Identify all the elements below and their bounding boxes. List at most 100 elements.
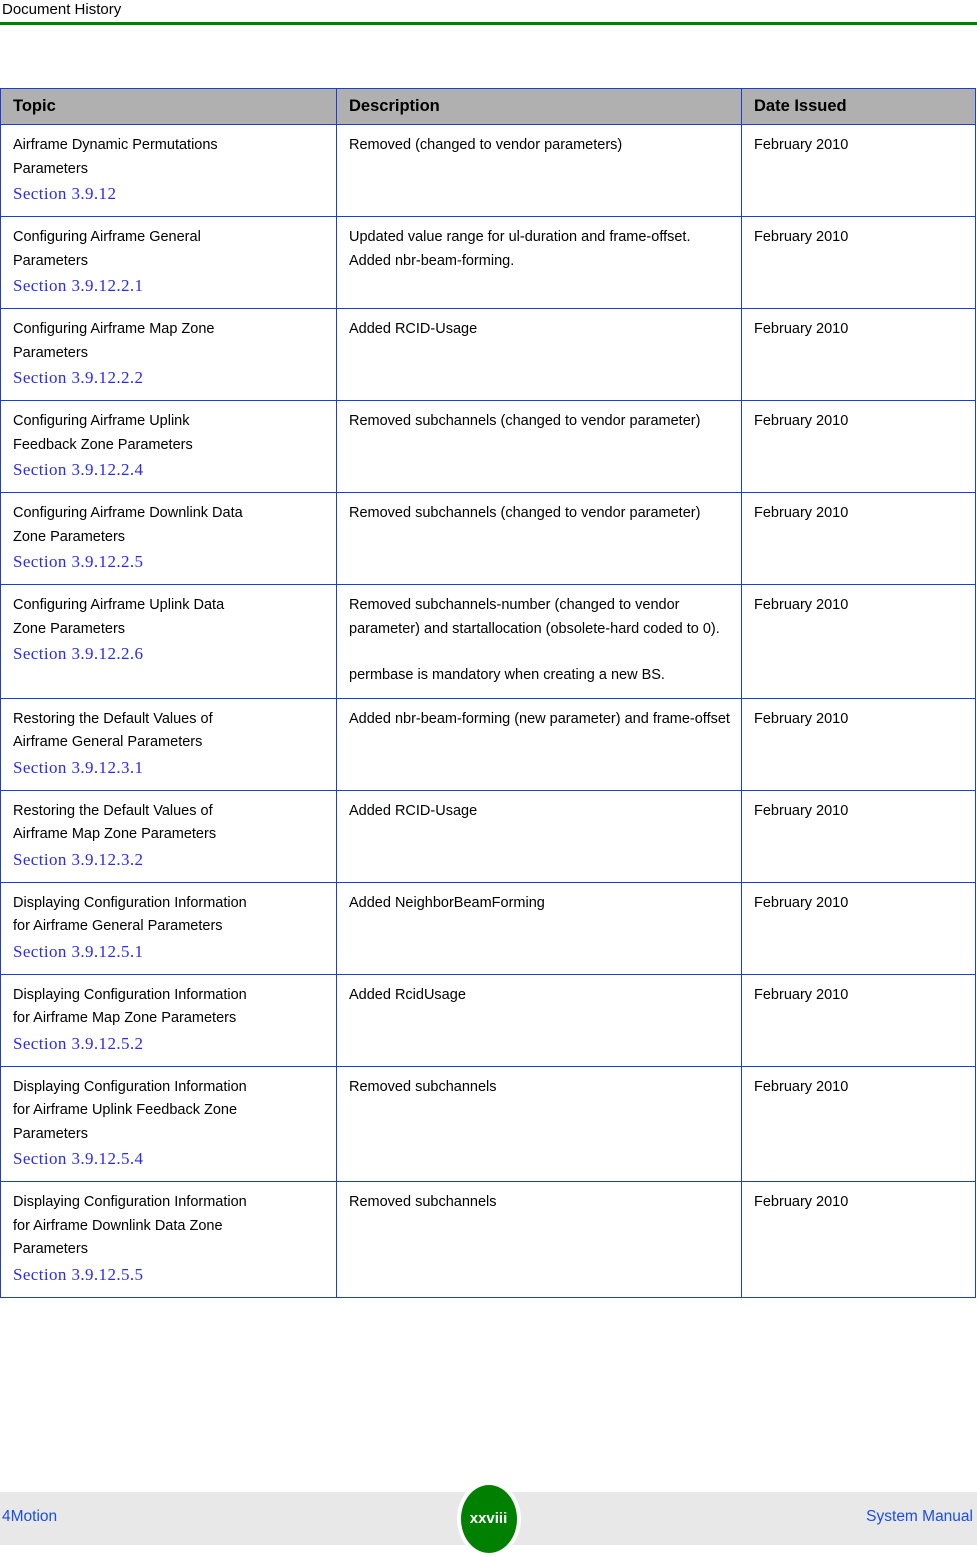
cell-topic: Configuring Airframe Uplink Feedback Zone… [0, 400, 337, 493]
page-footer: 4Motion xxviii System Manual [0, 1480, 977, 1557]
topic-text-line: Parameters [13, 344, 88, 361]
cell-date-issued: February 2010 [741, 973, 976, 1067]
section-cross-reference-link[interactable]: Section 3.9.12.2.4 [13, 457, 326, 482]
table-header: Topic Description Date Issued [0, 88, 976, 125]
cell-topic: Displaying Configuration Information for … [0, 1181, 337, 1298]
topic-text-line: for Airframe General Parameters [13, 918, 223, 934]
table-row: Configuring Airframe Downlink Data Zone P… [0, 492, 976, 585]
table-row: Displaying Configuration Information for … [0, 1181, 976, 1298]
column-header-topic: Topic [0, 88, 337, 125]
section-cross-reference-link[interactable]: Section 3.9.12.3.1 [13, 755, 326, 780]
description-paragraph: Removed subchannels-number (changed to v… [349, 597, 720, 637]
description-paragraph: Added RcidUsage [349, 986, 466, 1003]
page-number-label: xxviii [469, 1510, 508, 1527]
topic-text-line: Displaying Configuration Information [13, 986, 247, 1003]
section-cross-reference-link[interactable]: Section 3.9.12.3.2 [13, 847, 326, 872]
table-row: Configuring Airframe Uplink Data Zone Par… [0, 584, 976, 699]
topic-text-line: Zone Parameters [13, 528, 126, 545]
cell-topic: Restoring the Default Values of Airframe … [0, 789, 337, 883]
description-paragraph: Removed subchannels [349, 1078, 497, 1095]
cell-description: Removed subchannels-number (changed to v… [336, 584, 742, 699]
cell-date-issued: February 2010 [741, 492, 976, 585]
section-cross-reference-link[interactable]: Section 3.9.12.5.2 [13, 1031, 326, 1056]
table-row: Restoring the Default Values of Airframe … [0, 697, 976, 791]
cell-date-issued: February 2010 [741, 1181, 976, 1298]
topic-text-line: Displaying Configuration Information [13, 894, 247, 911]
description-paragraph: Added nbr-beam-forming (new parameter) a… [349, 710, 730, 727]
cell-topic: Configuring Airframe General Parameters Se… [0, 216, 337, 309]
cell-topic: Configuring Airframe Map Zone Parameters S… [0, 308, 337, 401]
topic-text-line: Airframe Map Zone Parameters [13, 826, 217, 842]
cell-date-issued: February 2010 [741, 584, 976, 699]
topic-text-line: Displaying Configuration Information [13, 1194, 247, 1210]
section-cross-reference-link[interactable]: Section 3.9.12.5.1 [13, 939, 326, 964]
topic-text-line: Parameters [13, 1125, 88, 1142]
section-cross-reference-link[interactable]: Section 3.9.12.5.4 [13, 1146, 326, 1171]
section-cross-reference-link[interactable]: Section 3.9.12.5.5 [13, 1262, 326, 1287]
cell-description: Removed subchannels [336, 1065, 742, 1182]
topic-text-line: Parameters [13, 252, 88, 269]
topic-text-line: Configuring Airframe Uplink Data [13, 597, 225, 613]
table-row: Restoring the Default Values of Airframe … [0, 789, 976, 883]
section-cross-reference-link[interactable]: Section 3.9.12.2.2 [13, 365, 326, 390]
section-cross-reference-link[interactable]: Section 3.9.12.2.1 [13, 273, 326, 298]
footer-product-name: 4Motion [2, 1508, 58, 1525]
topic-text-line: for Airframe Map Zone Parameters [13, 1010, 237, 1026]
cell-description: Added RCID-Usage [336, 308, 742, 401]
table-body: Airframe Dynamic Permutations Parameters S… [0, 124, 976, 1298]
topic-text-line: Restoring the Default Values of [13, 802, 213, 819]
topic-text-line: for Airframe Downlink Data Zone [13, 1217, 223, 1234]
cell-description: Removed subchannels [336, 1181, 742, 1298]
topic-text-line: Configuring Airframe Map Zone [13, 321, 215, 337]
description-paragraph: Added RCID-Usage [349, 802, 478, 819]
description-paragraph: Updated value range for ul-duration and … [349, 229, 691, 269]
cell-topic: Displaying Configuration Information for … [0, 973, 337, 1067]
topic-text-line: Restoring the Default Values of [13, 710, 213, 727]
topic-text-line: Zone Parameters [13, 620, 126, 637]
column-header-date-issued: Date Issued [741, 88, 976, 125]
cell-date-issued: February 2010 [741, 697, 976, 791]
topic-text-line: Parameters [13, 1241, 88, 1257]
cell-description: Added RcidUsage [336, 973, 742, 1067]
cell-description: Removed (changed to vendor parameters) [336, 124, 742, 217]
table-row: Displaying Configuration Information for … [0, 881, 976, 975]
table-row: Configuring Airframe General Parameters Se… [0, 216, 976, 309]
topic-text-line: Configuring Airframe Downlink Data [13, 505, 243, 521]
section-cross-reference-link[interactable]: Section 3.9.12.2.5 [13, 549, 326, 574]
topic-text-line: Parameters [13, 160, 88, 177]
section-cross-reference-link[interactable]: Section 3.9.12 [13, 181, 326, 206]
topic-text-line: Feedback Zone Parameters [13, 436, 193, 453]
table-row: Displaying Configuration Information for … [0, 973, 976, 1067]
description-paragraph: Removed (changed to vendor parameters) [349, 137, 623, 153]
description-paragraph: permbase is mandatory when creating a ne… [349, 667, 665, 683]
cell-date-issued: February 2010 [741, 789, 976, 883]
cell-date-issued: February 2010 [741, 216, 976, 309]
cell-date-issued: February 2010 [741, 124, 976, 217]
topic-text-line: Airframe Dynamic Permutations [13, 137, 218, 153]
cell-description: Added RCID-Usage [336, 789, 742, 883]
cell-description: Removed subchannels (changed to vendor p… [336, 492, 742, 585]
cell-topic: Restoring the Default Values of Airframe … [0, 697, 337, 791]
cell-description: Added nbr-beam-forming (new parameter) a… [336, 697, 742, 791]
description-paragraph: Removed subchannels (changed to vendor p… [349, 413, 701, 429]
column-header-description: Description [336, 88, 742, 125]
cell-date-issued: February 2010 [741, 400, 976, 493]
footer-manual-name: System Manual [866, 1508, 973, 1525]
section-cross-reference-link[interactable]: Section 3.9.12.2.6 [13, 641, 326, 666]
topic-text-line: Configuring Airframe General [13, 229, 201, 245]
page-title: Document History [2, 1, 122, 18]
table-header-row: Topic Description Date Issued [0, 88, 976, 125]
cell-topic: Configuring Airframe Uplink Data Zone Par… [0, 584, 337, 699]
page-number-badge: xxviii [456, 1480, 521, 1557]
cell-description: Updated value range for ul-duration and … [336, 216, 742, 309]
cell-topic: Airframe Dynamic Permutations Parameters S… [0, 124, 337, 217]
cell-topic: Displaying Configuration Information for … [0, 1065, 337, 1182]
cell-date-issued: February 2010 [741, 881, 976, 975]
cell-date-issued: February 2010 [741, 1065, 976, 1182]
topic-text-line: Airframe General Parameters [13, 734, 203, 750]
topic-text-line: Configuring Airframe Uplink [13, 413, 190, 429]
table-row: Airframe Dynamic Permutations Parameters S… [0, 124, 976, 217]
table-row: Configuring Airframe Uplink Feedback Zone… [0, 400, 976, 493]
description-paragraph: Added RCID-Usage [349, 321, 478, 337]
topic-text-line: for Airframe Uplink Feedback Zone [13, 1102, 238, 1118]
